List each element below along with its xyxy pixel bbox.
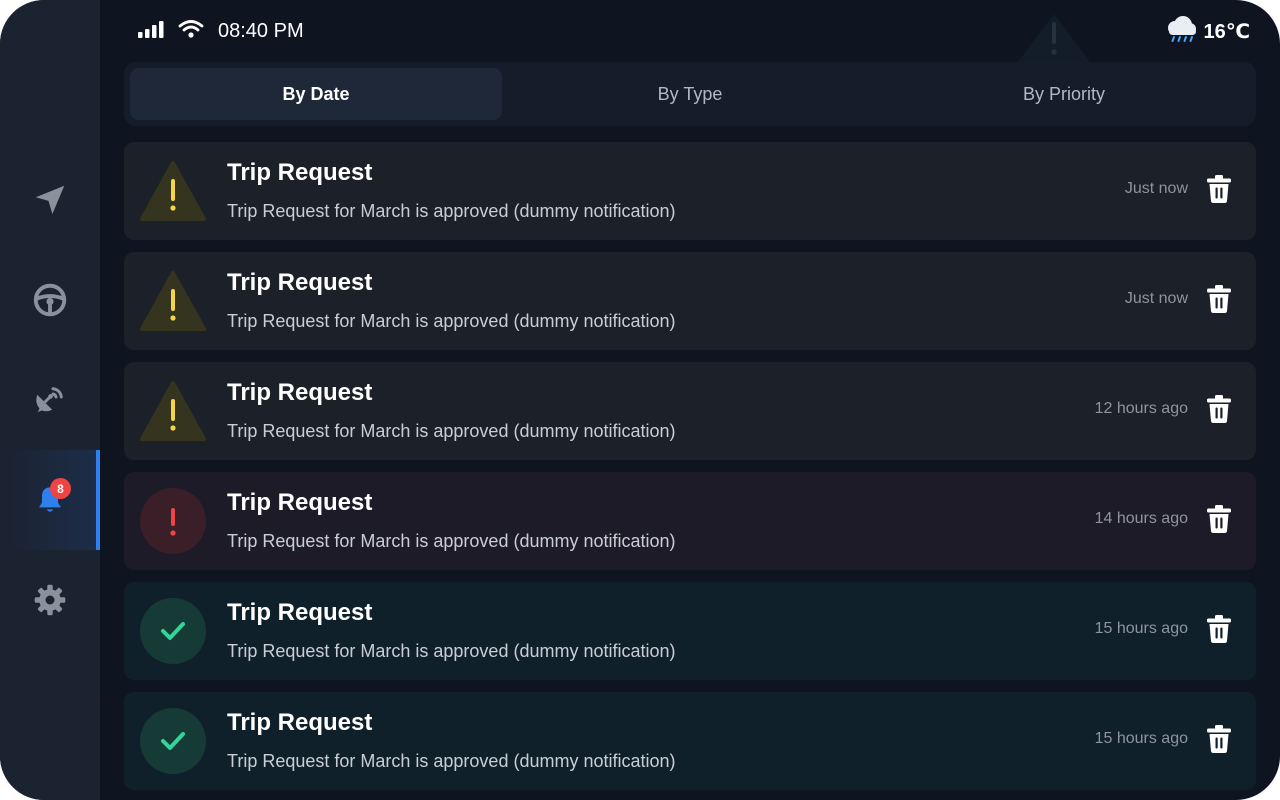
error-icon (140, 488, 206, 554)
sidebar-item-driving[interactable] (0, 250, 100, 350)
notification-title: Trip Request (227, 269, 373, 296)
notification-card[interactable]: Trip Request Trip Request for March is a… (124, 582, 1256, 680)
trash-icon (1207, 614, 1231, 648)
delete-button[interactable] (1200, 612, 1238, 650)
cellular-signal-icon (138, 20, 166, 43)
notification-card[interactable]: Trip Request Trip Request for March is a… (124, 252, 1256, 350)
sort-tabs: By Date By Type By Priority (124, 62, 1256, 126)
temperature: 16℃ (1203, 20, 1250, 43)
notification-count-badge: 8 (50, 478, 71, 499)
faded-warning-icon (1018, 14, 1090, 67)
notification-title: Trip Request (227, 599, 373, 626)
sidebar-item-notifications[interactable]: 8 (0, 450, 100, 550)
trash-icon (1207, 174, 1231, 208)
delete-button[interactable] (1200, 282, 1238, 320)
notification-time: Just now (1124, 290, 1188, 307)
notification-card[interactable]: Trip Request Trip Request for March is a… (124, 472, 1256, 570)
steering-wheel-icon (32, 282, 68, 318)
notification-title: Trip Request (227, 159, 373, 186)
wifi-icon (178, 19, 204, 44)
check-icon (140, 708, 206, 774)
notification-title: Trip Request (227, 379, 373, 406)
notification-title: Trip Request (227, 709, 373, 736)
notification-time: 14 hours ago (1094, 510, 1188, 527)
warning-icon (140, 158, 206, 224)
notification-message: Trip Request for March is approved (dumm… (227, 531, 676, 551)
gear-icon (32, 582, 68, 618)
delete-button[interactable] (1200, 502, 1238, 540)
delete-button[interactable] (1200, 722, 1238, 760)
tab-by-date[interactable]: By Date (130, 68, 502, 120)
rain-cloud-icon (1164, 15, 1198, 48)
notification-time: 15 hours ago (1094, 730, 1188, 747)
delete-button[interactable] (1200, 392, 1238, 430)
status-bar: 08:40 PM 16℃ (138, 14, 1250, 62)
warning-icon (140, 268, 206, 334)
navigation-icon (32, 182, 68, 218)
notification-time: 12 hours ago (1094, 400, 1188, 417)
sidebar-item-settings[interactable] (0, 550, 100, 650)
clock-time: 08:40 PM (218, 19, 304, 42)
tab-by-type[interactable]: By Type (504, 68, 876, 120)
notification-message: Trip Request for March is approved (dumm… (227, 641, 676, 661)
notification-message: Trip Request for March is approved (dumm… (227, 751, 676, 771)
notification-message: Trip Request for March is approved (dumm… (227, 311, 676, 331)
trash-icon (1207, 394, 1231, 428)
notification-message: Trip Request for March is approved (dumm… (227, 421, 676, 441)
notification-card[interactable]: Trip Request Trip Request for March is a… (124, 142, 1256, 240)
notification-message: Trip Request for March is approved (dumm… (227, 201, 676, 221)
delete-button[interactable] (1200, 172, 1238, 210)
notification-time: 15 hours ago (1094, 620, 1188, 637)
trash-icon (1207, 724, 1231, 758)
sidebar: 8 (0, 0, 100, 800)
notification-card[interactable]: Trip Request Trip Request for March is a… (124, 362, 1256, 460)
sidebar-item-navigation[interactable] (0, 150, 100, 250)
check-icon (140, 598, 206, 664)
trash-icon (1207, 504, 1231, 538)
sidebar-item-connectivity[interactable] (0, 350, 100, 450)
tab-by-priority[interactable]: By Priority (878, 68, 1250, 120)
trash-icon (1207, 284, 1231, 318)
satellite-dish-icon (32, 382, 68, 418)
notification-title: Trip Request (227, 489, 373, 516)
warning-icon (140, 378, 206, 444)
infotainment-screen: 8 08:40 PM 16℃ By Date By Type By Priori… (0, 0, 1280, 800)
notification-time: Just now (1124, 180, 1188, 197)
notification-card[interactable]: Trip Request Trip Request for March is a… (124, 692, 1256, 790)
